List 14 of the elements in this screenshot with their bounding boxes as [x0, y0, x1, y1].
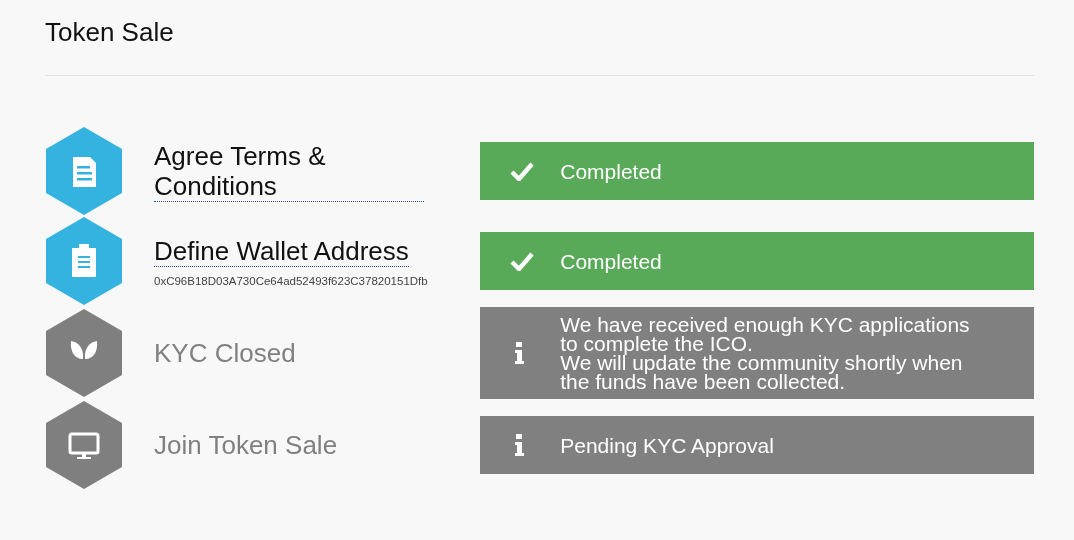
status-text: Completed [560, 251, 662, 271]
status-text: Pending KYC Approval [560, 435, 774, 455]
status-text: We have received enough KYC applications to complete the ICO. [560, 315, 971, 353]
step-link[interactable]: Define Wallet Address [154, 235, 409, 267]
wallet-address: 0xC96B18D03A730Ce64ad52493f623C37820151Dfb [154, 274, 428, 287]
step-link[interactable]: Agree Terms & Conditions [154, 140, 424, 202]
step-title: Join Token Sale [154, 430, 338, 460]
status-text: Completed [560, 161, 662, 181]
step-title: KYC Closed [154, 338, 296, 368]
check-icon [510, 161, 535, 181]
page-title: Token Sale [45, 16, 175, 49]
info-icon [514, 342, 525, 364]
check-icon [510, 251, 535, 271]
info-icon [514, 434, 525, 456]
